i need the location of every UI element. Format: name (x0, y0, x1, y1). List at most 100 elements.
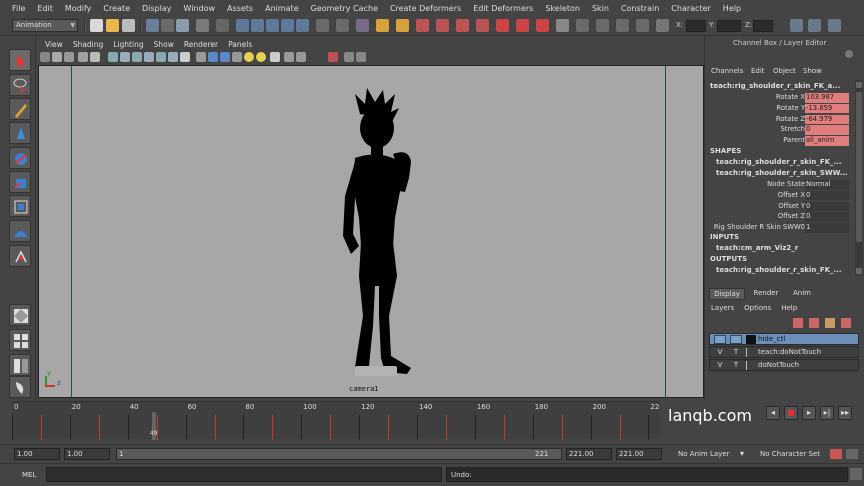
layer-row[interactable]: hide_ctl (709, 333, 859, 345)
layer-row[interactable]: V Tteach:doNotTouch (709, 346, 859, 358)
grease-pencil-icon[interactable] (356, 52, 366, 62)
resolution-gate-icon[interactable] (120, 52, 130, 62)
layer-visibility-toggle[interactable]: V (714, 361, 726, 370)
channel-row[interactable]: Rotate Y -13.859 (705, 103, 855, 115)
scroll-up-icon[interactable] (856, 82, 862, 88)
menu-create-deformers[interactable]: Create Deformers (384, 4, 467, 13)
viewport-menu-lighting[interactable]: Lighting (108, 40, 148, 49)
character-set-label[interactable]: No Character Set (760, 450, 820, 458)
shape-channel-value[interactable]: Normal (805, 180, 849, 190)
scroll-down-icon[interactable] (856, 268, 862, 274)
shape-channel-value[interactable]: 1 (805, 223, 849, 233)
layer-menu-help[interactable]: Help (781, 304, 797, 314)
menu-constrain[interactable]: Constrain (615, 4, 665, 13)
layout-side-icon[interactable] (9, 354, 31, 376)
layer-row[interactable]: V TdoNotTouch (709, 359, 859, 371)
menu-create[interactable]: Create (97, 4, 136, 13)
textured-icon[interactable] (232, 52, 242, 62)
shape-channel-row[interactable]: Offset Z0 (705, 212, 855, 223)
show-manipulator-icon[interactable] (9, 245, 31, 267)
shadows-icon[interactable] (256, 52, 266, 62)
universal-manipulator-icon[interactable] (9, 195, 31, 217)
channel-menu-object[interactable]: Object (773, 67, 796, 75)
ipr-render-icon[interactable] (396, 19, 409, 32)
grid-icon[interactable] (90, 52, 100, 62)
channel-menu-edit[interactable]: Edit (751, 67, 765, 75)
transform-icon[interactable] (656, 19, 669, 32)
channel-value[interactable]: 0 (805, 125, 849, 135)
wireframe-on-shaded-icon[interactable] (220, 52, 230, 62)
lasso-tool-icon[interactable] (9, 74, 31, 96)
construction-icon[interactable] (356, 19, 369, 32)
playblast-icon[interactable] (636, 19, 649, 32)
snap-curve-icon[interactable] (251, 19, 264, 32)
script-editor-icon[interactable] (850, 468, 862, 480)
soft-select-icon[interactable] (516, 19, 529, 32)
isolate-select-icon[interactable] (270, 52, 280, 62)
prefs-icon[interactable] (846, 449, 858, 459)
viewport-menu-shading[interactable]: Shading (68, 40, 108, 49)
safe-title-icon[interactable] (168, 52, 178, 62)
symmetry-icon[interactable] (496, 19, 509, 32)
menu-animate[interactable]: Animate (259, 4, 305, 13)
channel-row[interactable]: Rotate X 103.987 (705, 93, 855, 104)
tab-display[interactable]: Display (709, 288, 745, 300)
select-object-icon[interactable] (161, 19, 174, 32)
time-slider[interactable]: 0 20 40 60 80 100 120 140 160 180 200 220 49 (12, 401, 664, 440)
outliner-layout-icon[interactable] (9, 376, 31, 398)
layer-menu-options[interactable]: Options (744, 304, 771, 314)
channel-row[interactable]: Parent all_anim (705, 136, 855, 147)
key-icon[interactable] (830, 449, 842, 459)
scroll-thumb[interactable] (856, 92, 862, 242)
safe-action-icon[interactable] (156, 52, 166, 62)
anim-layer-label[interactable]: No Anim Layer (678, 450, 729, 458)
camera-select-icon[interactable] (40, 52, 50, 62)
magnet-icon[interactable] (456, 19, 469, 32)
channel-icon[interactable] (596, 19, 609, 32)
anim-layer-dropdown-icon[interactable]: ▾ (740, 449, 748, 458)
paint-select-tool-icon[interactable] (9, 98, 31, 120)
tab-render[interactable]: Render (749, 288, 783, 300)
tab-anim[interactable]: Anim (787, 288, 817, 300)
layer-color-swatch[interactable] (746, 361, 756, 370)
layer-visibility-toggle[interactable] (714, 335, 726, 344)
io-icon[interactable] (336, 19, 349, 32)
input-node[interactable]: teach:cm_arm_Viz2_r (716, 244, 798, 252)
menu-display[interactable]: Display (136, 4, 178, 13)
menu-modify[interactable]: Modify (59, 4, 98, 13)
hypershade-icon[interactable] (436, 19, 449, 32)
channel-box-toggle-icon[interactable] (828, 19, 841, 32)
render-icon[interactable] (376, 19, 389, 32)
perspective-viewport[interactable]: camera1 y z (38, 65, 704, 398)
live-icon[interactable] (476, 19, 489, 32)
layout-single-icon[interactable] (9, 304, 31, 326)
shape-channel-value[interactable]: 0 (805, 212, 849, 222)
field-chart-icon[interactable] (144, 52, 154, 62)
select-tool-icon[interactable] (9, 49, 31, 71)
end-icon[interactable]: ▸▸ (838, 406, 852, 420)
image-plane-icon[interactable] (78, 52, 88, 62)
menu-assets[interactable]: Assets (221, 4, 259, 13)
menu-help[interactable]: Help (717, 4, 747, 13)
x-field[interactable] (686, 20, 706, 32)
gate-mask-icon[interactable] (132, 52, 142, 62)
stop-icon[interactable]: ■ (784, 406, 798, 420)
select-component-icon[interactable] (176, 19, 189, 32)
mel-input[interactable] (46, 467, 442, 482)
menu-window[interactable]: Window (178, 4, 222, 13)
shape-channel-value[interactable]: 0 (805, 201, 849, 212)
bookmark-icon[interactable] (64, 52, 74, 62)
animation-end-field[interactable]: 221.00 (616, 448, 662, 460)
soft-mod-tool-icon[interactable] (9, 220, 31, 242)
playback-end-field[interactable]: 221.00 (566, 448, 612, 460)
settings-icon[interactable] (845, 50, 853, 58)
pan-zoom-icon[interactable] (344, 52, 354, 62)
hud-icon[interactable] (180, 52, 190, 62)
viewport-menu-panels[interactable]: Panels (223, 40, 257, 49)
playback-start-field[interactable]: 1.00 (64, 448, 110, 460)
snap-view-plane-icon[interactable] (281, 19, 294, 32)
use-all-lights-icon[interactable] (244, 52, 254, 62)
snap-live-icon[interactable] (296, 19, 309, 32)
select-camera-icon[interactable] (328, 52, 338, 62)
layout-four-view-icon[interactable] (9, 329, 31, 351)
